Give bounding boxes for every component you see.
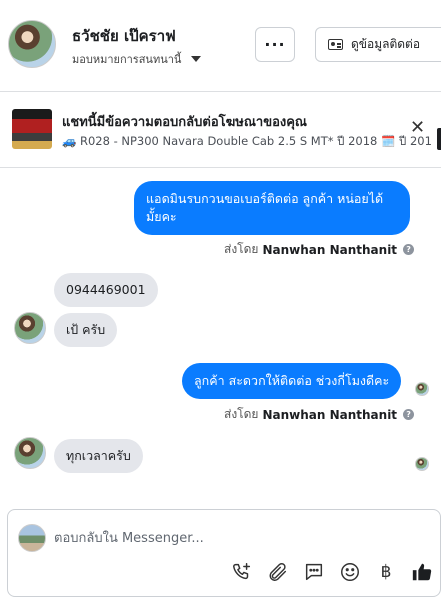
sent-by-label: ส่งโดย Nanwhan Nanthanit ? xyxy=(224,405,415,424)
message-bubble-incoming[interactable]: เป้ ครับ xyxy=(54,313,118,347)
seen-avatar xyxy=(415,457,429,471)
ad-banner-title: แชทนี้มีข้อความตอบกลับต่อโฆษณาของคุณ xyxy=(62,115,307,130)
contact-avatar-small xyxy=(14,312,46,344)
caret-down-icon xyxy=(191,56,202,62)
message-bubble-outgoing[interactable]: ลูกค้า สะดวกให้ติดต่อ ช่วงกี่โมงดีคะ xyxy=(182,363,402,399)
panel-edge-handle xyxy=(437,128,441,150)
close-icon[interactable]: ✕ xyxy=(410,119,425,137)
reply-composer: ฿ xyxy=(0,503,441,605)
message-bubble-outgoing[interactable]: แอดมินรบกวนขอเบอร์ติดต่อ ลูกค้า หน่อยได้… xyxy=(134,181,410,235)
baht-icon[interactable]: ฿ xyxy=(374,560,398,584)
emoji-icon[interactable] xyxy=(338,560,362,584)
phone-plus-icon[interactable] xyxy=(230,560,254,584)
help-icon[interactable]: ? xyxy=(403,244,415,255)
seen-avatar xyxy=(415,382,429,396)
sent-by-name: Nanwhan Nanthanit xyxy=(262,242,398,257)
message-bubble-incoming[interactable]: ทุกเวลาครับ xyxy=(54,439,143,473)
contact-name[interactable]: ธวัชชัย เป๊คราฟ xyxy=(72,24,176,48)
assign-conversation-label: มอบหมายการสนทนานี้ xyxy=(72,53,182,66)
help-icon[interactable]: ? xyxy=(403,409,415,420)
assign-conversation-dropdown[interactable]: มอบหมายการสนทนานี้ xyxy=(72,50,202,68)
contact-card-icon xyxy=(328,39,343,50)
view-contact-info-label: ดูข้อมูลติดต่อ xyxy=(351,37,421,51)
view-contact-info-button[interactable]: ดูข้อมูลติดต่อ xyxy=(315,27,441,62)
reply-input[interactable] xyxy=(54,526,354,550)
saved-reply-icon[interactable] xyxy=(302,560,326,584)
thumbs-up-icon[interactable] xyxy=(410,560,434,584)
more-options-button[interactable]: ··· xyxy=(255,27,295,62)
ad-reply-banner: แชทนี้มีข้อความตอบกลับต่อโฆษณาของคุณ 🚙 R… xyxy=(0,93,441,168)
attachment-icon[interactable] xyxy=(266,560,290,584)
sent-by-prefix: ส่งโดย xyxy=(224,407,259,421)
ad-banner-subtitle[interactable]: 🚙 R028 - NP300 Navara Double Cab 2.5 S M… xyxy=(62,133,432,151)
contact-avatar[interactable] xyxy=(8,20,56,68)
sent-by-prefix: ส่งโดย xyxy=(224,242,259,256)
ad-thumbnail[interactable] xyxy=(12,109,52,149)
baht-glyph: ฿ xyxy=(380,562,392,582)
conversation-header: ธวัชชัย เป๊คราฟ มอบหมายการสนทนานี้ ··· ด… xyxy=(0,0,441,92)
message-bubble-incoming[interactable]: 0944469001 xyxy=(54,273,158,307)
page-avatar xyxy=(18,524,46,552)
sent-by-label: ส่งโดย Nanwhan Nanthanit ? xyxy=(224,240,415,259)
sent-by-name: Nanwhan Nanthanit xyxy=(262,407,398,422)
contact-avatar-small xyxy=(14,437,46,469)
reply-box[interactable]: ฿ xyxy=(7,509,441,597)
message-thread[interactable]: แอดมินรบกวนขอเบอร์ติดต่อ ลูกค้า หน่อยได้… xyxy=(0,169,441,503)
